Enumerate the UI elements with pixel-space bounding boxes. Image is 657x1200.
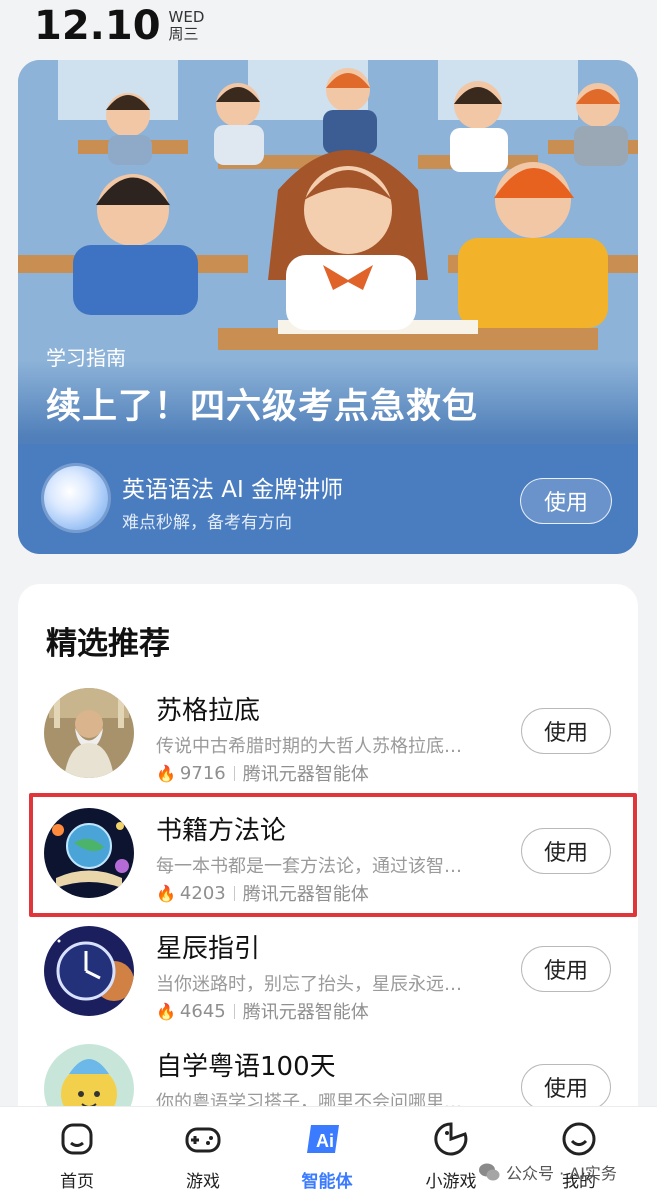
item-source: 腾讯元器智能体 bbox=[242, 884, 369, 905]
item-name: 书籍方法论 bbox=[156, 816, 287, 846]
nav-item-home[interactable]: 首页 bbox=[22, 1119, 132, 1192]
weekday-cn: 周三 bbox=[168, 25, 199, 43]
date-text: 12.10 bbox=[34, 3, 161, 49]
use-button[interactable]: 使用 bbox=[521, 946, 611, 992]
bottom-nav: 首页 游戏 Ai 智能体 小游戏 我的 bbox=[0, 1106, 657, 1200]
wechat-icon bbox=[479, 1163, 500, 1181]
hero-tag: 学习指南 bbox=[46, 346, 126, 370]
fire-icon: 🔥 bbox=[156, 763, 176, 783]
item-count: 9716 bbox=[179, 762, 226, 784]
item-source: 腾讯元器智能体 bbox=[242, 764, 369, 785]
profile-icon bbox=[562, 1122, 596, 1156]
agent-avatar-icon bbox=[44, 466, 108, 530]
item-description: 每一本书都是一套方法论，通过该智… bbox=[156, 856, 462, 877]
use-button[interactable]: 使用 bbox=[521, 708, 611, 754]
list-item-star-guide[interactable]: 星辰指引 当你迷路时，别忘了抬头，星辰永远… 🔥 4645 腾讯元器智能体 使用 bbox=[18, 926, 638, 1044]
item-description: 传说中古希腊时期的大哲人苏格拉底… bbox=[156, 736, 462, 757]
divider bbox=[233, 885, 235, 901]
item-name: 苏格拉底 bbox=[156, 696, 261, 726]
mini-game-icon bbox=[434, 1122, 468, 1156]
home-icon bbox=[61, 1123, 93, 1155]
date-header: 12.10 WED 周三 bbox=[34, 2, 204, 50]
item-description: 当你迷路时，别忘了抬头，星辰永远… bbox=[156, 974, 462, 995]
hero-title: 续上了！四六级考点急救包 bbox=[46, 387, 479, 427]
nav-label: 游戏 bbox=[186, 1172, 220, 1192]
weekday: WED 周三 bbox=[169, 9, 205, 43]
hero-banner[interactable]: 学习指南 续上了！四六级考点急救包 英语语法 AI 金牌讲师 难点秒解，备考有方… bbox=[18, 60, 638, 554]
fire-icon: 🔥 bbox=[156, 883, 176, 903]
nav-item-ai-agents[interactable]: Ai 智能体 bbox=[272, 1119, 382, 1192]
book-methodology-avatar bbox=[44, 808, 134, 898]
use-button[interactable]: 使用 bbox=[521, 828, 611, 874]
item-name: 自学粤语100天 bbox=[156, 1052, 336, 1082]
wechat-watermark: 公众号 · AI实务 bbox=[478, 1160, 617, 1184]
hero-use-button[interactable]: 使用 bbox=[520, 478, 612, 524]
watermark-text: 公众号 · AI实务 bbox=[506, 1164, 617, 1183]
ai-agent-icon: Ai bbox=[307, 1125, 339, 1153]
section-title: 精选推荐 bbox=[46, 626, 170, 662]
divider bbox=[233, 1003, 235, 1019]
divider bbox=[233, 765, 235, 781]
nav-label: 智能体 bbox=[301, 1172, 353, 1192]
agent-description: 难点秒解，备考有方向 bbox=[122, 513, 292, 533]
item-count: 4645 bbox=[179, 1000, 226, 1022]
socrates-avatar bbox=[44, 688, 134, 778]
agent-name: 英语语法 AI 金牌讲师 bbox=[122, 477, 344, 503]
item-meta: 🔥 4203 腾讯元器智能体 bbox=[156, 880, 369, 906]
item-count: 4203 bbox=[179, 882, 226, 904]
list-item-socrates[interactable]: 苏格拉底 传说中古希腊时期的大哲人苏格拉底… 🔥 9716 腾讯元器智能体 使用 bbox=[18, 688, 638, 806]
nav-label: 小游戏 bbox=[425, 1172, 477, 1192]
item-meta: 🔥 9716 腾讯元器智能体 bbox=[156, 760, 369, 786]
gamepad-icon bbox=[185, 1127, 221, 1153]
item-name: 星辰指引 bbox=[156, 934, 261, 964]
nav-label: 首页 bbox=[60, 1172, 94, 1192]
fire-icon: 🔥 bbox=[156, 1001, 176, 1021]
item-meta: 🔥 4645 腾讯元器智能体 bbox=[156, 998, 369, 1024]
featured-section: 精选推荐 苏格拉底 传说中古希腊时期的大哲人苏格拉底… 🔥 9716 腾讯元器智… bbox=[18, 584, 638, 1144]
use-button[interactable]: 使用 bbox=[521, 1064, 611, 1110]
nav-item-games[interactable]: 游戏 bbox=[148, 1119, 258, 1192]
star-guide-avatar bbox=[44, 926, 134, 1016]
list-item-book-methodology[interactable]: 书籍方法论 每一本书都是一套方法论，通过该智… 🔥 4203 腾讯元器智能体 使… bbox=[18, 808, 638, 926]
weekday-en: WED bbox=[168, 8, 205, 26]
item-source: 腾讯元器智能体 bbox=[242, 1002, 369, 1023]
svg-text:Ai: Ai bbox=[316, 1131, 334, 1151]
